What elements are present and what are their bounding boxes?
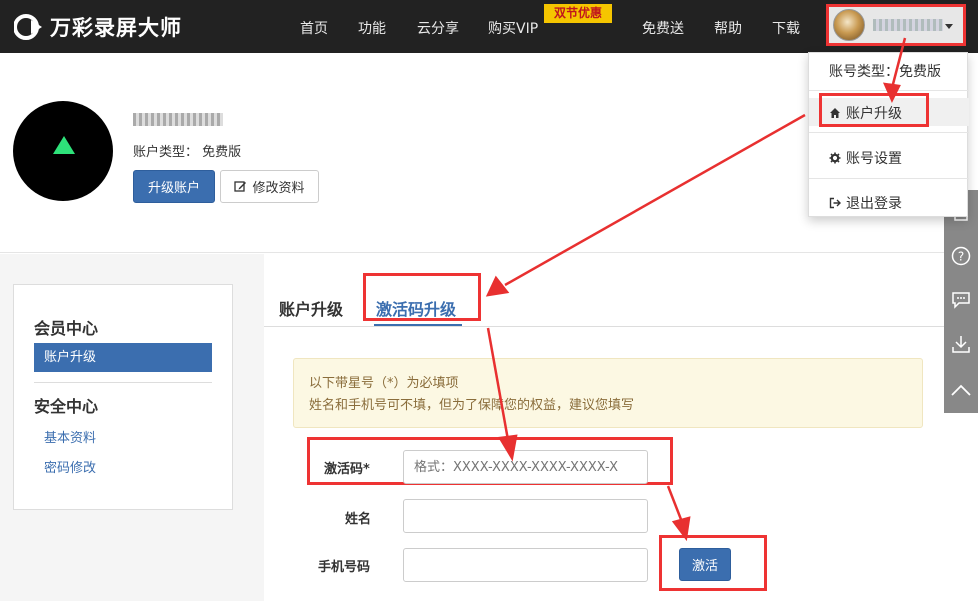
activate-button[interactable]: 激活 [679,548,731,581]
sidebar-item-basic-info[interactable]: 基本资料 [44,427,96,446]
dropdown-divider [809,132,969,133]
sidebar-divider [34,382,212,383]
nav-help[interactable]: 帮助 [714,18,742,38]
help-icon: ? [951,246,971,266]
user-menu-toggle[interactable] [826,4,966,46]
nav-download[interactable]: 下载 [772,18,800,38]
nav-cloud-share[interactable]: 云分享 [417,18,459,38]
notice-box: 以下带星号（*）为必填项 姓名和手机号可不填，但为了保障您的权益，建议您填写 [293,358,923,428]
code-label: 激活码* [324,462,370,477]
main-panel: 账户升级 激活码升级 以下带星号（*）为必填项 姓名和手机号可不填，但为了保障您… [264,254,978,601]
dropdown-settings-label: 账号设置 [846,151,902,167]
name-label: 姓名 [345,512,372,527]
dropdown-logout-label: 退出登录 [846,196,902,212]
brand-logo[interactable]: 万彩录屏大师 [14,11,182,43]
logo-icon [14,14,42,40]
svg-text:?: ? [958,250,964,264]
edit-profile-button[interactable]: 修改资料 [220,170,319,203]
upgrade-account-button[interactable]: 升级账户 [133,170,215,203]
side-tool-chat[interactable] [944,278,978,322]
profile-name-blurred [133,113,223,126]
tab-highlight-box [363,273,481,321]
dropdown-item-settings[interactable]: 账号设置 [829,148,902,168]
sidebar-section-member: 会员中心 [34,319,99,338]
dropdown-highlight-box [819,93,929,127]
profile-account-type: 账户类型： 免费版 [133,145,242,160]
dropdown-divider [809,178,969,179]
edit-profile-label: 修改资料 [252,181,305,196]
phone-input[interactable] [403,548,648,582]
gear-icon [829,152,841,164]
sidebar-item-change-password[interactable]: 密码修改 [44,457,96,476]
chevron-up-icon [951,384,971,396]
side-toolbar: ? [944,190,978,413]
tabs-divider [264,326,954,327]
sidebar-item-upgrade[interactable]: 账户升级 [34,343,212,372]
promo-badge: 双节优惠 [544,4,612,23]
brand-name: 万彩录屏大师 [50,16,182,40]
top-navbar: 万彩录屏大师 首页 功能 云分享 购买VIP 双节优惠 免费送 帮助 下载 [0,0,978,53]
nav-home[interactable]: 首页 [300,18,328,38]
user-name-blurred [873,19,943,31]
caret-down-icon [945,24,953,29]
logout-icon [829,197,841,209]
chat-icon [952,292,970,309]
dropdown-divider [809,90,969,91]
name-input[interactable] [403,499,648,533]
sidebar-section-security: 安全中心 [34,397,99,416]
side-tool-download[interactable] [944,322,978,366]
side-tool-help[interactable]: ? [944,234,978,278]
download-icon [952,336,970,353]
edit-icon [234,181,247,192]
profile-avatar [13,101,113,201]
dropdown-item-logout[interactable]: 退出登录 [829,193,902,213]
side-tool-top[interactable] [944,368,978,412]
notice-line-1: 以下带星号（*）为必填项 [309,376,459,391]
dropdown-account-type: 账号类型：免费版 [829,64,941,80]
nav-free-gift[interactable]: 免费送 [642,18,684,38]
sidebar-card: 会员中心 账户升级 安全中心 基本资料 密码修改 [13,284,233,510]
avatar-triangle-icon [53,136,75,154]
phone-label: 手机号码 [318,560,371,575]
nav-buy-vip[interactable]: 购买VIP [488,18,538,38]
tab-account-upgrade[interactable]: 账户升级 [279,296,343,320]
user-dropdown-menu: 账号类型：免费版 账户升级 账号设置 退出登录 [808,52,969,217]
user-avatar [833,9,865,41]
activation-code-input[interactable] [403,450,648,484]
notice-line-2: 姓名和手机号可不填，但为了保障您的权益，建议您填写 [309,398,635,413]
content-area: 会员中心 账户升级 安全中心 基本资料 密码修改 账户升级 激活码升级 以下带星… [0,254,978,601]
nav-features[interactable]: 功能 [358,18,386,38]
